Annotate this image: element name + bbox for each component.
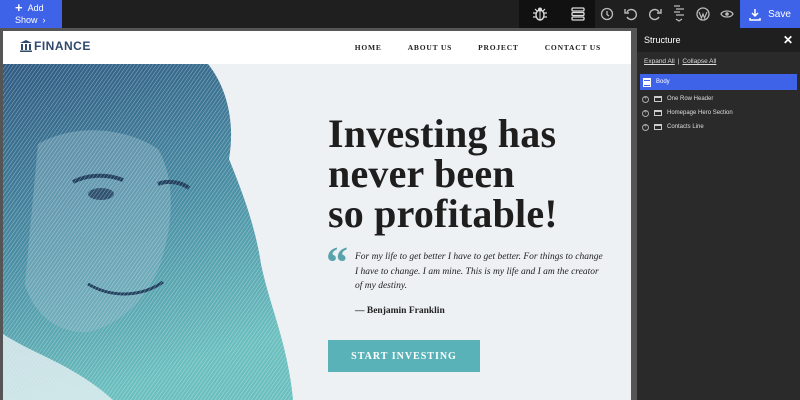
show-button[interactable]: Show › xyxy=(15,14,62,26)
panel-header: Structure ✕ xyxy=(637,28,800,52)
tree-item-label: Homepage Hero Section xyxy=(667,110,733,116)
link-separator: | xyxy=(677,58,680,65)
panel-links: Expand All | Collapse All xyxy=(637,52,800,65)
tree-item-homepage-hero-section[interactable]: + Homepage Hero Section xyxy=(637,106,800,120)
tree-item-label: Contacts Line xyxy=(667,124,704,130)
save-button[interactable]: Save xyxy=(740,0,800,28)
site-nav: HOME ABOUT US PROJECT CONTACT US xyxy=(355,31,601,64)
tree-item-contacts-line[interactable]: + Contacts Line xyxy=(637,120,800,134)
download-icon xyxy=(749,8,761,21)
editor-canvas: FINANCE HOME ABOUT US PROJECT CONTACT US xyxy=(0,28,637,400)
structure-panel: Structure ✕ Expand All | Collapse All Bo… xyxy=(637,28,800,400)
section-icon xyxy=(654,124,662,130)
page-preview[interactable]: FINANCE HOME ABOUT US PROJECT CONTACT US xyxy=(3,31,631,400)
bank-icon xyxy=(20,40,32,52)
panel-title: Structure xyxy=(644,35,681,45)
expand-icon[interactable]: + xyxy=(642,123,649,131)
preview-icon[interactable] xyxy=(715,0,739,28)
site-logo[interactable]: FINANCE xyxy=(20,39,91,53)
tool-group xyxy=(519,0,739,28)
undo-icon[interactable] xyxy=(619,0,643,28)
hero-portrait-image xyxy=(3,64,293,400)
structure-tree: Body + One Row Header + Homepage Hero Se… xyxy=(637,74,800,134)
hero-title: Investing has never been so profitable! xyxy=(328,114,628,234)
document-icon xyxy=(643,77,651,87)
save-label: Save xyxy=(768,8,791,20)
structure-icon[interactable] xyxy=(667,0,691,28)
close-icon[interactable]: ✕ xyxy=(783,33,793,47)
tree-item-label: One Row Header xyxy=(667,96,714,102)
quote-icon: “ xyxy=(326,238,348,287)
start-investing-button[interactable]: START INVESTING xyxy=(328,340,480,372)
section-icon xyxy=(654,96,662,102)
wordpress-icon[interactable] xyxy=(691,0,715,28)
plus-icon: + xyxy=(15,0,23,15)
top-toolbar: + Add Show › Save xyxy=(0,0,800,28)
nav-project[interactable]: PROJECT xyxy=(478,43,519,52)
tree-item-one-row-header[interactable]: + One Row Header xyxy=(637,92,800,106)
chevron-right-icon: › xyxy=(42,15,46,25)
tree-item-body[interactable]: Body xyxy=(640,74,797,90)
expand-icon[interactable]: + xyxy=(642,109,649,117)
site-header[interactable]: FINANCE HOME ABOUT US PROJECT CONTACT US xyxy=(3,31,631,64)
add-label: Add xyxy=(27,3,44,13)
tree-item-label: Body xyxy=(656,79,670,85)
nav-contact-us[interactable]: CONTACT US xyxy=(545,43,601,52)
history-icon[interactable] xyxy=(595,0,619,28)
quote-author: — Benjamin Franklin xyxy=(355,306,445,316)
expand-all-link[interactable]: Expand All xyxy=(644,58,675,65)
show-label: Show xyxy=(15,15,38,25)
hero-title-line-3: so profitable! xyxy=(328,191,558,236)
section-icon xyxy=(654,110,662,116)
collapse-all-link[interactable]: Collapse All xyxy=(682,58,716,65)
logo-text: FINANCE xyxy=(34,39,91,53)
nav-about-us[interactable]: ABOUT US xyxy=(408,43,452,52)
redo-icon[interactable] xyxy=(643,0,667,28)
hero-title-line-1: Investing has xyxy=(328,111,557,156)
hero-quote: For my life to get better I have to get … xyxy=(355,252,603,291)
layers-icon[interactable] xyxy=(561,0,595,28)
expand-icon[interactable]: + xyxy=(642,95,649,103)
hero-title-line-2: never been xyxy=(328,151,515,196)
add-button[interactable]: + Add Show › xyxy=(0,0,62,28)
nav-home[interactable]: HOME xyxy=(355,43,382,52)
bug-icon[interactable] xyxy=(519,0,561,28)
